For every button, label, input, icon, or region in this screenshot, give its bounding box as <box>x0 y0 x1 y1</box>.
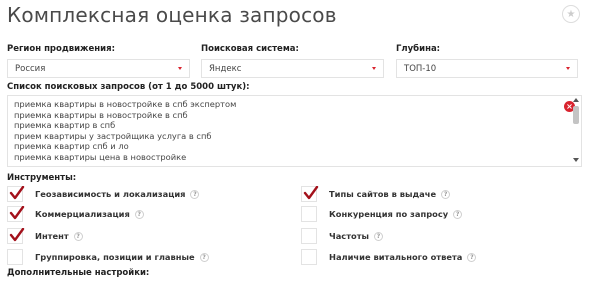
query-line: приемка квартиры в новостройке в спб экс… <box>14 99 237 109</box>
scroll-thumb[interactable] <box>573 106 579 124</box>
help-icon[interactable]: ? <box>374 232 384 241</box>
query-line: приемка квартир в спб <box>14 120 116 131</box>
region-select-value: Россия <box>15 64 46 74</box>
checkmark-icon <box>9 228 25 242</box>
tool-option[interactable]: Группировка, позиции и главные? <box>7 249 209 265</box>
tool-option[interactable]: Геозависимость и локализация? <box>7 186 200 202</box>
queries-label: Список поисковых запросов (от 1 до 5000 … <box>7 82 250 92</box>
tool-checkbox[interactable] <box>301 249 317 265</box>
help-icon[interactable]: ? <box>453 210 463 219</box>
tool-label: Конкуренция по запросу? <box>329 209 463 219</box>
region-select[interactable]: Россия <box>7 59 190 78</box>
tool-label-text: Наличие витального ответа <box>329 252 463 262</box>
help-icon[interactable]: ? <box>467 253 477 262</box>
query-line: приемка квартиры в новостройке в спб <box>14 109 188 120</box>
tool-label-text: Коммерциализация <box>35 209 130 219</box>
tool-checkbox[interactable] <box>301 206 317 222</box>
tool-label: Интент? <box>35 231 83 241</box>
tool-option[interactable]: Интент? <box>7 228 83 244</box>
scroll-down-icon[interactable] <box>573 158 579 162</box>
tool-option[interactable]: Коммерциализация? <box>7 206 144 222</box>
scroll-up-icon[interactable] <box>573 98 579 102</box>
tool-label: Коммерциализация? <box>35 209 144 219</box>
checkmark-icon <box>9 186 25 200</box>
tool-label: Группировка, позиции и главные? <box>35 252 209 262</box>
tool-option[interactable]: Частоты? <box>301 228 384 244</box>
region-label: Регион продвижения: <box>7 44 115 54</box>
help-icon[interactable]: ? <box>199 253 209 262</box>
help-icon[interactable]: ? <box>190 190 200 199</box>
query-line: приемка квартиры цена в новостройке <box>14 151 187 162</box>
tool-checkbox[interactable] <box>7 228 25 244</box>
page-title: Комплексная оценка запросов <box>7 3 337 27</box>
star-icon[interactable]: ★ <box>562 5 580 23</box>
tool-label-text: Группировка, позиции и главные <box>35 252 195 262</box>
tool-checkbox[interactable] <box>7 186 25 202</box>
tool-label-text: Частоты <box>329 231 370 241</box>
help-icon[interactable]: ? <box>134 210 144 219</box>
chevron-down-icon <box>566 67 570 70</box>
chevron-down-icon <box>372 67 376 70</box>
depth-select[interactable]: ТОП-10 <box>396 59 578 78</box>
depth-select-value: ТОП-10 <box>404 64 437 74</box>
tool-label: Типы сайтов в выдаче? <box>329 189 451 199</box>
textarea-scrollbar[interactable] <box>571 96 581 166</box>
tool-label: Наличие витального ответа? <box>329 252 477 262</box>
tool-label: Геозависимость и локализация? <box>35 189 200 199</box>
engine-select[interactable]: Яндекс <box>201 59 384 78</box>
tool-label-text: Конкуренция по запросу <box>329 209 449 219</box>
query-line: приемка квартир спб и ло <box>14 141 129 152</box>
tool-option[interactable]: Наличие витального ответа? <box>301 249 477 265</box>
tool-checkbox[interactable] <box>301 186 319 202</box>
extra-settings-label: Дополнительные настройки: <box>7 268 150 278</box>
depth-label: Глубина: <box>396 44 441 54</box>
tool-label-text: Типы сайтов в выдаче <box>329 189 437 199</box>
checkmark-icon <box>9 206 25 220</box>
help-icon[interactable]: ? <box>441 190 451 199</box>
queries-textarea[interactable]: приемка квартиры в новостройке в спб экс… <box>7 95 582 167</box>
tool-option[interactable]: Типы сайтов в выдаче? <box>301 186 451 202</box>
tool-label: Частоты? <box>329 231 384 241</box>
engine-label: Поисковая система: <box>201 44 299 54</box>
tool-option[interactable]: Конкуренция по запросу? <box>301 206 463 222</box>
checkmark-icon <box>303 186 319 200</box>
tools-label: Инструменты: <box>7 173 77 183</box>
tool-label-text: Геозависимость и локализация <box>35 189 186 199</box>
tool-checkbox[interactable] <box>301 228 317 244</box>
help-icon[interactable]: ? <box>73 232 83 241</box>
tool-label-text: Интент <box>35 231 69 241</box>
tool-checkbox[interactable] <box>7 249 23 265</box>
engine-select-value: Яндекс <box>209 64 242 74</box>
tool-checkbox[interactable] <box>7 206 25 222</box>
query-line: прием квартиры у застройщика услуга в сп… <box>14 130 212 141</box>
chevron-down-icon <box>178 67 182 70</box>
